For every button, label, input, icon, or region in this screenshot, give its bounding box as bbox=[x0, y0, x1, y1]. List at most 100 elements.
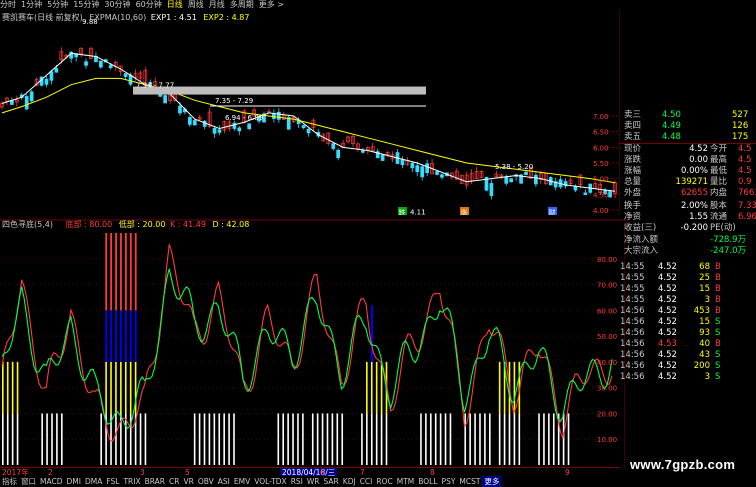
tick-side: B bbox=[715, 305, 721, 316]
tick-row: 14:55 4.52 3 B bbox=[590, 295, 756, 306]
indicator-tab[interactable]: MCST bbox=[457, 476, 482, 487]
indicator-tab[interactable]: ROC bbox=[374, 476, 394, 487]
signal-bar-blue bbox=[120, 310, 122, 362]
signal-bar-white bbox=[287, 413, 289, 465]
signal-bar-yellow bbox=[129, 361, 132, 414]
candle-body bbox=[380, 154, 385, 161]
price-chart[interactable]: 9.887.94 - 7.777.35 - 7.296.94 - 6.895.3… bbox=[0, 10, 620, 215]
signal-bar-white bbox=[203, 413, 206, 465]
signal-bar-white bbox=[543, 413, 545, 465]
tick-time: 14:56 bbox=[620, 316, 645, 327]
stat-label-2: 最低 bbox=[710, 166, 728, 176]
tick-side: S bbox=[715, 349, 721, 360]
signal-bar-white bbox=[444, 413, 447, 465]
signal-bar-white bbox=[469, 413, 471, 465]
signal-bar-white bbox=[341, 413, 344, 465]
indicator-tab[interactable]: TRIX bbox=[121, 476, 142, 487]
signal-bar-yellow bbox=[513, 361, 516, 414]
indicator-chart[interactable]: 80.0070.0060.0050.0040.0030.0020.0010.00 bbox=[0, 219, 625, 469]
indicator-bars bbox=[2, 233, 570, 465]
signal-bar-yellow bbox=[366, 361, 368, 414]
candle-body bbox=[192, 120, 197, 126]
indicator-tab[interactable]: BRAR bbox=[143, 476, 167, 487]
period-tab[interactable]: 60分钟 bbox=[136, 0, 162, 10]
period-tab[interactable]: 15分钟 bbox=[73, 0, 99, 10]
indicator-tab[interactable]: 窗口 bbox=[19, 476, 38, 487]
signal-bar-yellow bbox=[375, 361, 378, 414]
watermark: www.7gpzb.com bbox=[630, 457, 736, 472]
stat-value: 0.00% bbox=[680, 166, 708, 176]
tick-side: B bbox=[715, 294, 721, 305]
candle-body bbox=[108, 64, 113, 69]
period-tab[interactable]: 5分钟 bbox=[47, 0, 68, 10]
indicator-tab[interactable]: BOLL bbox=[416, 476, 439, 487]
indicator-tab[interactable]: FSL bbox=[104, 476, 121, 487]
signal-bar-yellow bbox=[120, 361, 122, 414]
flow-row: 净流入额 -728.9万 bbox=[620, 235, 756, 246]
indicator-tab[interactable]: OBV bbox=[196, 476, 216, 487]
indicator-tick-label: 20.00 bbox=[597, 410, 617, 418]
period-tab[interactable]: 分时 bbox=[0, 0, 16, 10]
signal-bar-white bbox=[208, 413, 211, 465]
price-annotations: 9.887.94 - 7.777.35 - 7.296.94 - 6.895.3… bbox=[82, 18, 557, 215]
indicator-tab[interactable]: WR bbox=[305, 476, 322, 487]
signal-bar-white bbox=[361, 413, 363, 465]
ask-label: 卖四 bbox=[624, 121, 642, 131]
ask-label: 卖五 bbox=[624, 132, 642, 142]
candle-body bbox=[188, 117, 192, 125]
signal-bar-white bbox=[277, 413, 280, 465]
signal-bar-white bbox=[420, 413, 422, 465]
stat-value-2: 7661 bbox=[738, 188, 756, 198]
indicator-tab[interactable]: 指标 bbox=[0, 476, 19, 487]
indicator-tab[interactable]: CCI bbox=[358, 476, 375, 487]
indicator-tab[interactable]: EMV bbox=[232, 476, 252, 487]
indicator-tab[interactable]: SAR bbox=[322, 476, 341, 487]
price-tick-label: 7.00 bbox=[593, 113, 609, 121]
exp2-value: EXP2 : 4.87 bbox=[203, 13, 250, 22]
indicator-tab[interactable]: PSY bbox=[440, 476, 458, 487]
indicator-tab[interactable]: VR bbox=[181, 476, 195, 487]
period-tab[interactable]: 更多 > bbox=[259, 0, 284, 10]
signal-bar-white bbox=[508, 413, 511, 465]
indicator-tab[interactable]: MTM bbox=[395, 476, 417, 487]
signal-bar-white bbox=[464, 413, 467, 465]
quote-panel: 卖三 4.50 527 卖四 4.49 126 卖五 4.48 175 现价 4.52 今开 4.5 涨跌… bbox=[620, 110, 756, 465]
indicator-tab[interactable]: MACD bbox=[38, 476, 64, 487]
signal-bar-yellow bbox=[2, 361, 4, 414]
tick-row: 14:55 4.52 25 B bbox=[590, 273, 756, 284]
candle-body bbox=[49, 71, 54, 81]
indicator-tab[interactable]: 更多 bbox=[482, 476, 502, 487]
tick-time: 14:55 bbox=[620, 294, 645, 305]
candle-body bbox=[361, 150, 365, 153]
indicator-tab[interactable]: DMA bbox=[83, 476, 104, 487]
indicator-tab[interactable]: CR bbox=[167, 476, 181, 487]
signal-bar-white bbox=[213, 413, 216, 465]
tick-time: 14:56 bbox=[620, 338, 645, 349]
period-tab[interactable]: 日线 bbox=[167, 0, 183, 10]
stat-value: -0.200 bbox=[680, 222, 708, 233]
stat-value-2: 4.5 bbox=[738, 166, 752, 176]
ask-volume: 126 bbox=[732, 121, 749, 131]
signal-bar-white bbox=[302, 413, 304, 465]
signal-bar-white bbox=[370, 413, 373, 465]
indicator-tab[interactable]: VOL-TDX bbox=[252, 476, 288, 487]
ask-row: 卖四 4.49 126 bbox=[620, 121, 756, 132]
stat-value-2: 7.33 bbox=[738, 200, 756, 211]
period-tab[interactable]: 1分钟 bbox=[21, 0, 42, 10]
period-tab[interactable]: 30分钟 bbox=[104, 0, 130, 10]
indicator-tab[interactable]: KDJ bbox=[341, 476, 358, 487]
ask-price: 4.48 bbox=[662, 132, 681, 142]
tick-time: 14:56 bbox=[620, 371, 645, 382]
period-tab[interactable]: 多周期 bbox=[230, 0, 254, 10]
tick-row: 14:55 4.52 15 B bbox=[590, 284, 756, 295]
stat-value-2: 0.9 bbox=[738, 177, 752, 187]
tick-price: 4.52 bbox=[658, 294, 677, 305]
indicator-tab[interactable]: DMI bbox=[64, 476, 82, 487]
period-tab[interactable]: 周线 bbox=[188, 0, 204, 10]
indicator-tab[interactable]: RSI bbox=[289, 476, 305, 487]
signal-bar-white bbox=[61, 413, 63, 465]
indicator-tab[interactable]: ASI bbox=[216, 476, 232, 487]
candle-body bbox=[425, 163, 429, 174]
stat-value: 2.00% bbox=[680, 200, 708, 211]
period-tab[interactable]: 月线 bbox=[209, 0, 225, 10]
